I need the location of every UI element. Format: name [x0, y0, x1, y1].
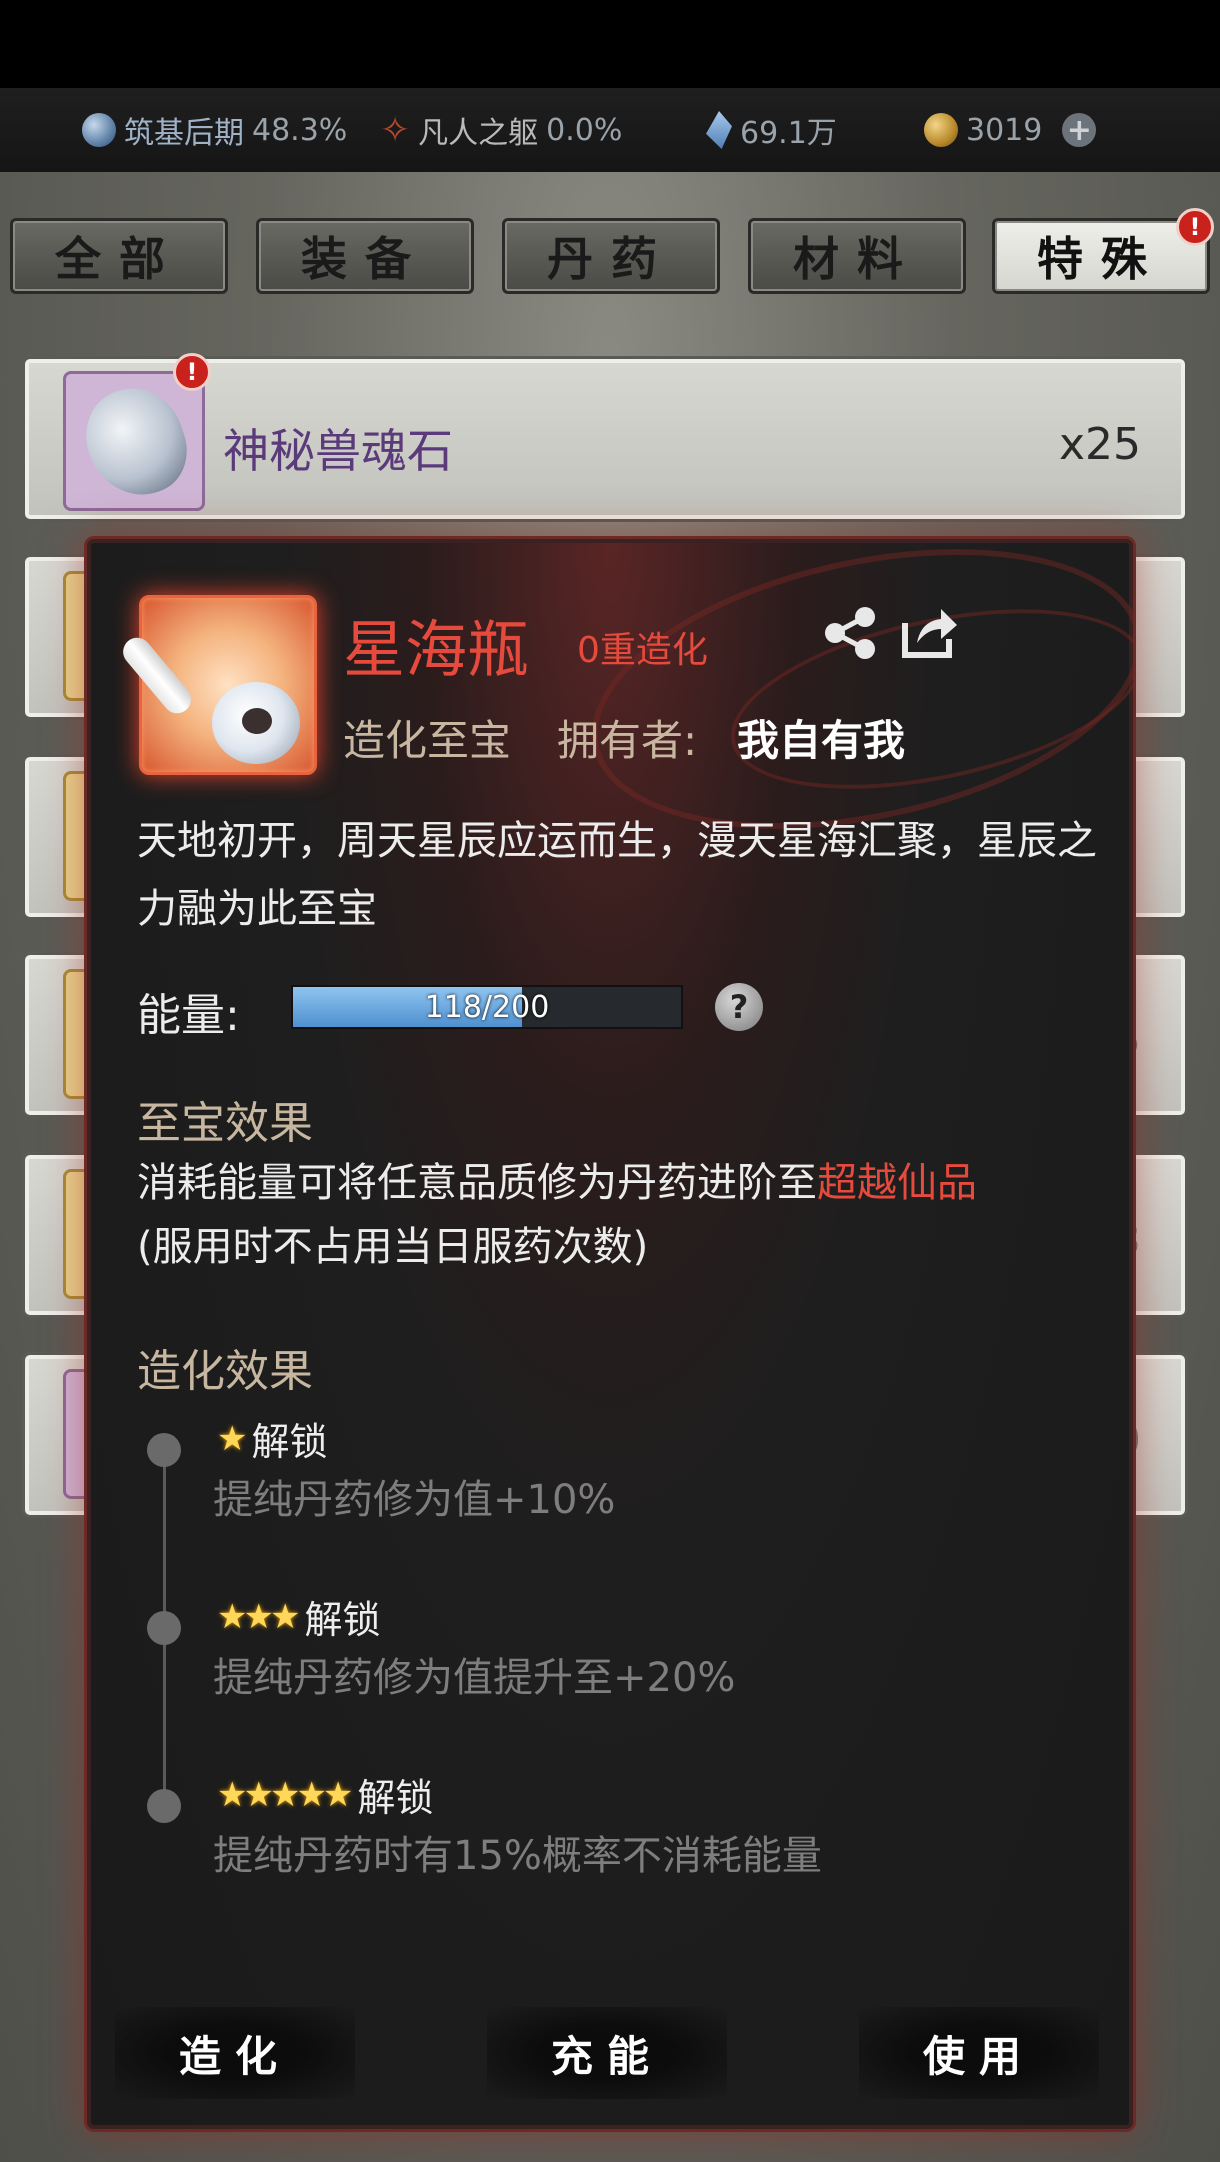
coin-value: 3019: [966, 112, 1043, 148]
treasure-effect-text: 消耗能量可将任意品质修为丹药进阶至超越仙品 (服用时不占用当日服药次数): [137, 1151, 1117, 1279]
refine-level: 0重造化: [577, 630, 708, 671]
energy-bar: 118/200: [291, 985, 683, 1029]
star-sea-bottle-icon: [117, 632, 197, 719]
help-icon[interactable]: ?: [715, 983, 763, 1031]
tier-3-desc: 提纯丹药时有15%概率不消耗能量: [213, 1833, 822, 1879]
effect-highlight: 超越仙品: [817, 1160, 977, 1206]
tier-2-header: ★★★ 解锁: [217, 1589, 380, 1644]
tier-1-desc: 提纯丹药修为值+10%: [213, 1477, 616, 1523]
tier-unlock-label: 解锁: [251, 1420, 328, 1464]
realm-stat[interactable]: 筑基后期 48.3%: [82, 108, 347, 152]
star-icon: ★★★: [217, 1596, 300, 1637]
timeline-dot: [147, 1789, 181, 1823]
item-icon-frame: [117, 595, 317, 775]
top-black-bar: [0, 0, 1220, 88]
realm-label: 筑基后期: [124, 116, 244, 151]
share-icon[interactable]: [821, 605, 881, 661]
timeline-dot: [147, 1433, 181, 1467]
body-stat[interactable]: ✧ 凡人之躯 0.0%: [380, 108, 622, 152]
realm-value: 48.3%: [252, 112, 348, 148]
crystal-stat[interactable]: 69.1万: [706, 108, 837, 152]
taiji-icon: [82, 113, 116, 147]
tier-1-header: ★ 解锁: [217, 1411, 328, 1466]
owner-name: 我自有我: [737, 716, 906, 765]
tab-all[interactable]: 全部: [10, 218, 228, 294]
owner-label: 拥有者:: [557, 716, 698, 765]
refine-effect-title: 造化效果: [137, 1346, 313, 1397]
tab-materials[interactable]: 材料: [748, 218, 966, 294]
charge-button[interactable]: 充能: [487, 2007, 727, 2099]
item-detail-popup: 星海瓶 0重造化 造化至宝 拥有者: 我自有我 天地初开，周天星辰应运而生，漫天…: [84, 536, 1136, 2132]
export-icon[interactable]: [899, 603, 959, 661]
energy-value: 118/200: [424, 989, 550, 1025]
tier-unlock-label: 解锁: [357, 1776, 434, 1820]
item-alert-badge: !: [173, 353, 211, 391]
tab-pills[interactable]: 丹药: [502, 218, 720, 294]
flame-icon: ✧: [380, 109, 411, 151]
item-category: 造化至宝: [343, 716, 512, 765]
tier-3-header: ★★★★★ 解锁: [217, 1767, 433, 1822]
treasure-effect-title: 至宝效果: [137, 1098, 313, 1149]
tier-2-desc: 提纯丹药修为值提升至+20%: [213, 1655, 736, 1701]
coin-stat[interactable]: 3019 +: [924, 112, 1097, 148]
item-name: 神秘兽魂石: [223, 424, 453, 478]
crystal-value: 69.1万: [740, 116, 837, 151]
star-icon: ★: [217, 1418, 248, 1459]
effect-text-before: 消耗能量可将任意品质修为丹药进阶至: [137, 1160, 817, 1206]
category-tabs: 全部 装备 丹药 材料 特殊 !: [10, 208, 1214, 298]
refine-button[interactable]: 造化: [115, 2007, 355, 2099]
item-icon-frame: [63, 371, 205, 511]
use-button[interactable]: 使用: [859, 2007, 1099, 2099]
body-label: 凡人之躯: [418, 116, 539, 151]
item-title: 星海瓶: [343, 613, 530, 686]
inventory-row[interactable]: ! 神秘兽魂石 x25: [22, 353, 1188, 522]
item-description: 天地初开，周天星辰应运而生，漫天星海汇聚，星辰之力融为此至宝: [137, 818, 1097, 932]
effect-text-after: (服用时不占用当日服药次数): [137, 1224, 649, 1270]
star-icon: ★★★★★: [217, 1774, 353, 1815]
add-coin-icon[interactable]: +: [1062, 113, 1097, 148]
tab-special-alert-badge: !: [1176, 208, 1214, 246]
tier-unlock-label: 解锁: [304, 1598, 381, 1642]
crystal-icon: [706, 111, 732, 149]
energy-label: 能量:: [137, 990, 240, 1041]
beast-soul-stone-icon: [73, 375, 199, 509]
coin-icon: [924, 113, 958, 147]
status-bar: 筑基后期 48.3% ✧ 凡人之躯 0.0% 69.1万 3019 +: [0, 88, 1220, 172]
item-count: x25: [1058, 419, 1141, 470]
body-value: 0.0%: [546, 112, 623, 148]
tab-equipment[interactable]: 装备: [256, 218, 474, 294]
bottle-opening: [242, 708, 272, 734]
timeline-dot: [147, 1611, 181, 1645]
